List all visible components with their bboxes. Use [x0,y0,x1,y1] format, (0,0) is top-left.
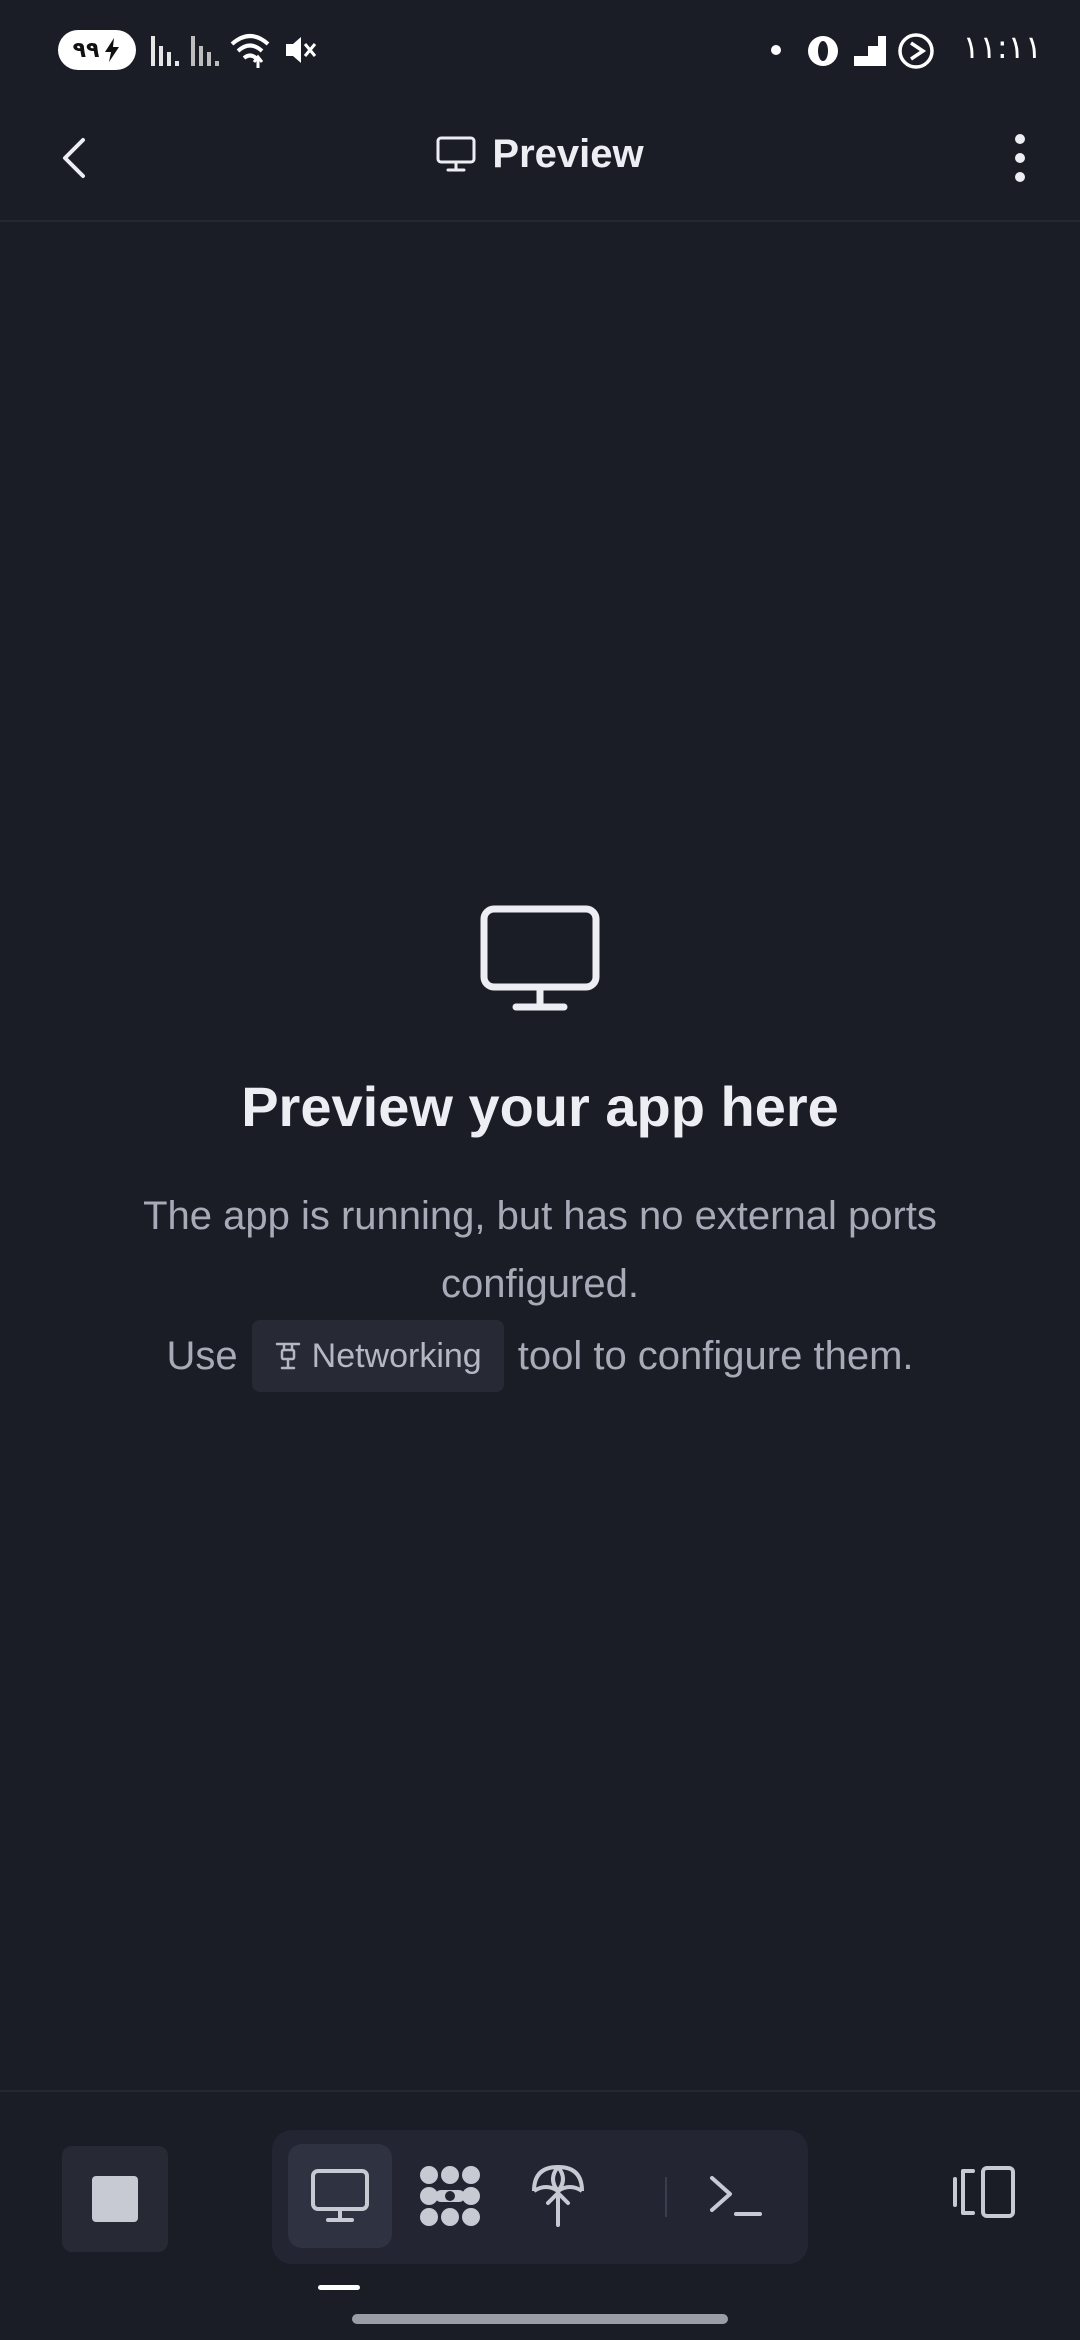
monitor-icon [436,136,476,172]
home-indicator[interactable] [352,2314,728,2324]
wifi-icon [230,34,270,68]
play-circle-icon [898,33,934,69]
instruction-suffix: tool to configure them. [517,1334,914,1379]
monitor-icon [480,905,600,1011]
charging-icon [105,38,120,62]
stop-icon [92,2176,138,2222]
status-time: ١١:١١ [962,28,1042,66]
empty-state-title: Preview your app here [241,1075,839,1138]
notification-dot-icon [771,45,781,55]
empty-state: Preview your app here The app is running… [60,905,1020,1393]
signal-icon [151,36,179,66]
empty-state-description: The app is running, but has no external … [143,1194,937,1307]
page-title: Preview [492,131,644,176]
bottom-toolbar [0,2090,1080,2272]
battery-level: ٩٩ [72,37,100,63]
terminal-icon [710,2176,762,2216]
networking-icon [275,1342,300,1370]
app-bar: Preview [0,100,1080,222]
tool-deployments-button[interactable] [506,2144,610,2248]
opera-icon [808,36,838,66]
networking-tool-chip[interactable]: Networking [251,1320,504,1393]
devices-icon [953,2166,1015,2218]
signal-icon-2 [191,36,219,66]
screen: ٩٩ ١١:١١ Preview Preview your app here T… [0,0,1080,2340]
stop-button[interactable] [62,2146,168,2252]
app-notification-icon [854,36,886,66]
more-vertical-icon [1015,134,1025,182]
workflow-icon [420,2166,480,2226]
tool-switcher [272,2130,808,2264]
networking-chip-label: Networking [311,1337,482,1376]
more-options-button[interactable] [990,126,1050,190]
use-label: Use [166,1334,238,1379]
page-title-group: Preview [0,124,1080,184]
devices-button[interactable] [932,2152,1036,2232]
mute-icon [286,37,317,63]
tool-shell-button[interactable] [684,2144,788,2248]
empty-state-instruction: Use Networking tool to configure them. [60,1320,1020,1393]
monitor-icon [311,2169,369,2222]
active-tab-indicator [318,2285,360,2290]
tool-workflows-button[interactable] [398,2144,502,2248]
tool-preview-button[interactable] [288,2144,392,2248]
tool-divider [665,2177,667,2217]
status-bar: ٩٩ ١١:١١ [0,0,1080,100]
battery-indicator: ٩٩ [58,30,136,70]
deploy-icon [532,2164,584,2227]
